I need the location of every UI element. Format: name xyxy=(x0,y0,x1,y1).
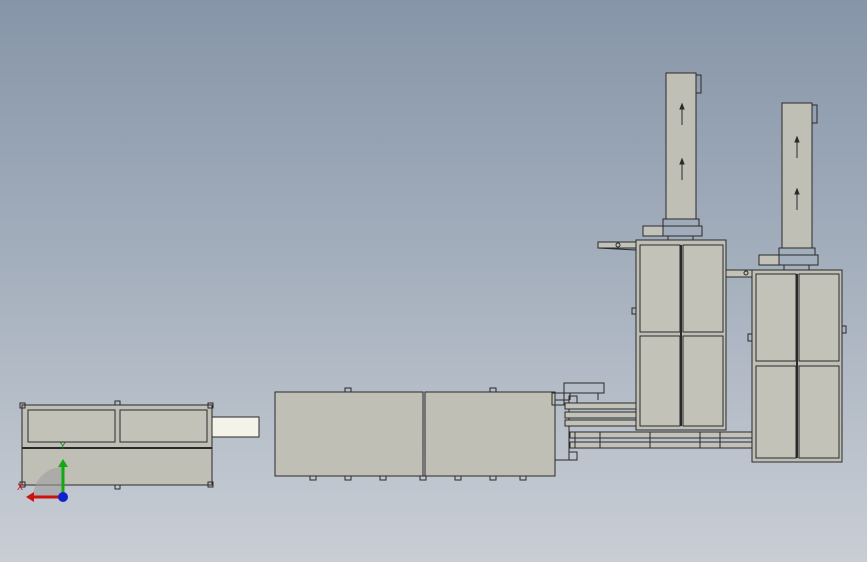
axis-z-dot xyxy=(58,492,68,502)
cad-drawing-view[interactable] xyxy=(0,0,867,562)
axis-y-label: Y xyxy=(60,442,66,452)
tower-b xyxy=(758,102,819,271)
cabinet-b xyxy=(747,269,847,463)
cabinet-a xyxy=(631,239,727,431)
feed-block xyxy=(211,416,260,438)
bracket-a xyxy=(597,241,637,251)
cabinet-link xyxy=(725,269,753,278)
middle-conveyor xyxy=(274,387,565,481)
tower-a xyxy=(642,72,703,241)
axis-x-label: X xyxy=(17,483,24,493)
